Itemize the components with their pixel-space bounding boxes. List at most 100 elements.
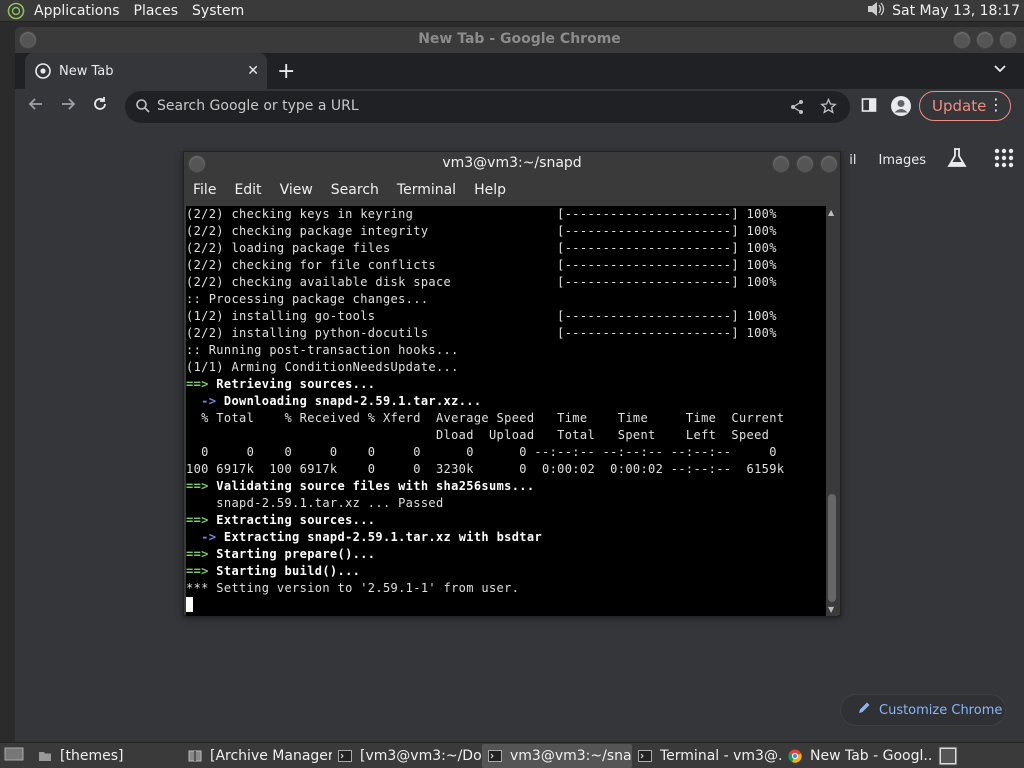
terminal-line-text: Downloading snapd-2.59.1.tar.xz... — [216, 394, 482, 408]
bottom-panel: [themes] [Archive Manager] [vm3@vm3:~/Do..… — [0, 742, 1024, 768]
close-window-button[interactable] — [999, 31, 1017, 49]
terminal-titlebar[interactable]: vm3@vm3:~/snapd — [184, 152, 840, 176]
system-menu[interactable]: System — [185, 0, 251, 22]
chrome-titlebar[interactable]: New Tab - Google Chrome — [15, 27, 1024, 53]
text-cursor — [186, 597, 193, 612]
terminal-line-text: Retrieving sources... — [208, 377, 376, 391]
bookmark-star-icon[interactable] — [820, 97, 837, 119]
terminal-line-text: Extracting snapd-2.59.1.tar.xz with bsdt… — [216, 530, 543, 544]
terminal-output[interactable]: (2/2) checking keys in keyring [--------… — [186, 206, 828, 616]
terminal-line: ==> Retrieving sources... — [186, 376, 828, 393]
images-link[interactable]: Images — [879, 153, 927, 168]
terminal-menu-search[interactable]: Search — [322, 182, 388, 198]
places-menu[interactable]: Places — [127, 0, 186, 22]
terminal-window: vm3@vm3:~/snapd File Edit View Search Te… — [183, 151, 841, 616]
taskbar-item[interactable]: vm3@vm3:~/snapd — [482, 743, 632, 768]
back-arrow-icon[interactable] — [27, 95, 45, 118]
terminal-menu-help[interactable]: Help — [465, 182, 515, 198]
terminal-line-text: (2/2) checking for file conflicts [-----… — [186, 258, 777, 272]
tab-new-tab[interactable]: New Tab ✕ — [25, 53, 267, 89]
taskbar-item[interactable]: [vm3@vm3:~/Do... — [332, 744, 482, 768]
update-label: Update — [932, 97, 987, 115]
terminal-line: -> Extracting snapd-2.59.1.tar.xz with b… — [186, 529, 828, 546]
chrome-icon — [788, 749, 802, 763]
terminal-line-text: (1/2) installing go-tools [-------------… — [186, 309, 777, 323]
gmail-link[interactable]: il — [849, 153, 856, 168]
terminal-minimize-button[interactable] — [772, 155, 790, 173]
tab-search-chevron-icon[interactable] — [994, 61, 1006, 77]
terminal-line: (2/2) checking for file conflicts [-----… — [186, 257, 828, 274]
customize-chrome-button[interactable]: Customize Chrome — [840, 694, 1006, 726]
terminal-line-text: 100 6917k 100 6917k 0 0 3230k 0 0:00:02 … — [186, 462, 785, 476]
more-menu-icon[interactable]: ⋮ — [988, 95, 1004, 114]
taskbar-item[interactable]: New Tab - Googl... — [782, 744, 932, 768]
terminal-line-text: (2/2) installing python-docutils [------… — [186, 326, 777, 340]
side-panel-icon[interactable] — [861, 97, 877, 118]
folder-icon — [38, 749, 52, 763]
applications-menu[interactable]: Applications — [27, 0, 127, 22]
new-tab-plus-icon[interactable]: + — [277, 59, 295, 84]
terminal-line-text: *** Setting version to '2.59.1-1' from u… — [186, 581, 520, 595]
terminal-line: (2/2) loading package files [-----------… — [186, 240, 828, 257]
workspace-switcher-icon[interactable] — [938, 746, 958, 768]
terminal-menu-view[interactable]: View — [271, 182, 322, 198]
terminal-line-text: Starting build()... — [208, 564, 361, 578]
terminal-line: Dload Upload Total Spent Left Speed — [186, 427, 828, 444]
reload-icon[interactable] — [91, 95, 109, 118]
terminal-maximize-button[interactable] — [796, 155, 814, 173]
chrome-logo-icon — [35, 63, 51, 79]
terminal-line: (2/2) checking package integrity [------… — [186, 223, 828, 240]
search-icon — [135, 98, 151, 118]
share-icon[interactable] — [789, 99, 805, 119]
terminal-icon — [488, 749, 502, 763]
taskbar-item-label: New Tab - Googl... — [810, 747, 932, 764]
tab-title: New Tab — [59, 63, 114, 79]
tab-close-icon[interactable]: ✕ — [247, 63, 259, 79]
terminal-icon — [338, 749, 352, 763]
apps-grid-icon[interactable] — [994, 148, 1014, 172]
taskbar-item-label: [themes] — [60, 747, 124, 764]
terminal-menu-file[interactable]: File — [184, 182, 225, 198]
minimize-button[interactable] — [953, 31, 971, 49]
scroll-up-arrow-icon[interactable]: ▲ — [828, 208, 834, 217]
terminal-line: ==> Validating source files with sha256s… — [186, 478, 828, 495]
forward-arrow-icon[interactable] — [59, 95, 77, 118]
terminal-line: ==> Starting prepare()... — [186, 546, 828, 563]
volume-icon[interactable] — [866, 0, 886, 22]
terminal-line: ==> Extracting sources... — [186, 512, 828, 529]
taskbar-item-label: [vm3@vm3:~/Do... — [360, 747, 482, 764]
profile-avatar-icon[interactable] — [890, 95, 912, 122]
top-panel: Applications Places System Sat May 13, 1… — [0, 0, 1024, 22]
terminal-menu-edit[interactable]: Edit — [225, 182, 270, 198]
taskbar-item[interactable]: [Archive Manager] — [182, 744, 332, 768]
omnibox[interactable]: Search Google or type a URL — [125, 91, 850, 123]
terminal-line-prefix: ==> — [186, 513, 209, 527]
terminal-menubar: File Edit View Search Terminal Help — [184, 176, 840, 204]
terminal-line-text: (2/2) checking available disk space [---… — [186, 275, 777, 289]
terminal-menu-terminal[interactable]: Terminal — [388, 182, 465, 198]
maximize-button[interactable] — [976, 31, 994, 49]
taskbar-item[interactable]: [themes] — [32, 744, 182, 768]
tab-strip: New Tab ✕ + — [15, 53, 1024, 89]
distro-logo-icon[interactable] — [5, 0, 27, 22]
archive-icon — [188, 749, 202, 763]
terminal-line: (1/2) installing go-tools [-------------… — [186, 308, 828, 325]
clock[interactable]: Sat May 13, 18:17 — [892, 3, 1020, 19]
taskbar-item-label: [Archive Manager] — [210, 747, 332, 764]
terminal-lines: (2/2) checking keys in keyring [--------… — [186, 206, 828, 597]
terminal-line-text: (2/2) loading package files [-----------… — [186, 241, 777, 255]
terminal-scrollbar[interactable]: ▲ ▼ — [826, 206, 838, 616]
terminal-line-text: (2/2) checking package integrity [------… — [186, 224, 777, 238]
scroll-down-arrow-icon[interactable]: ▼ — [828, 605, 834, 614]
taskbar-item-label: vm3@vm3:~/snapd — [510, 747, 632, 764]
scrollbar-thumb[interactable] — [828, 494, 836, 602]
terminal-line: -> Downloading snapd-2.59.1.tar.xz... — [186, 393, 828, 410]
update-button[interactable]: Update ⋮ — [919, 91, 1011, 121]
terminal-close-button[interactable] — [820, 155, 838, 173]
pencil-icon — [857, 701, 871, 719]
taskbar-item[interactable]: Terminal - vm3@... — [632, 744, 782, 768]
labs-flask-icon[interactable] — [946, 147, 968, 173]
terminal-line: (2/2) installing python-docutils [------… — [186, 325, 828, 342]
chrome-window-title: New Tab - Google Chrome — [418, 31, 621, 47]
show-desktop-icon[interactable] — [4, 745, 24, 767]
